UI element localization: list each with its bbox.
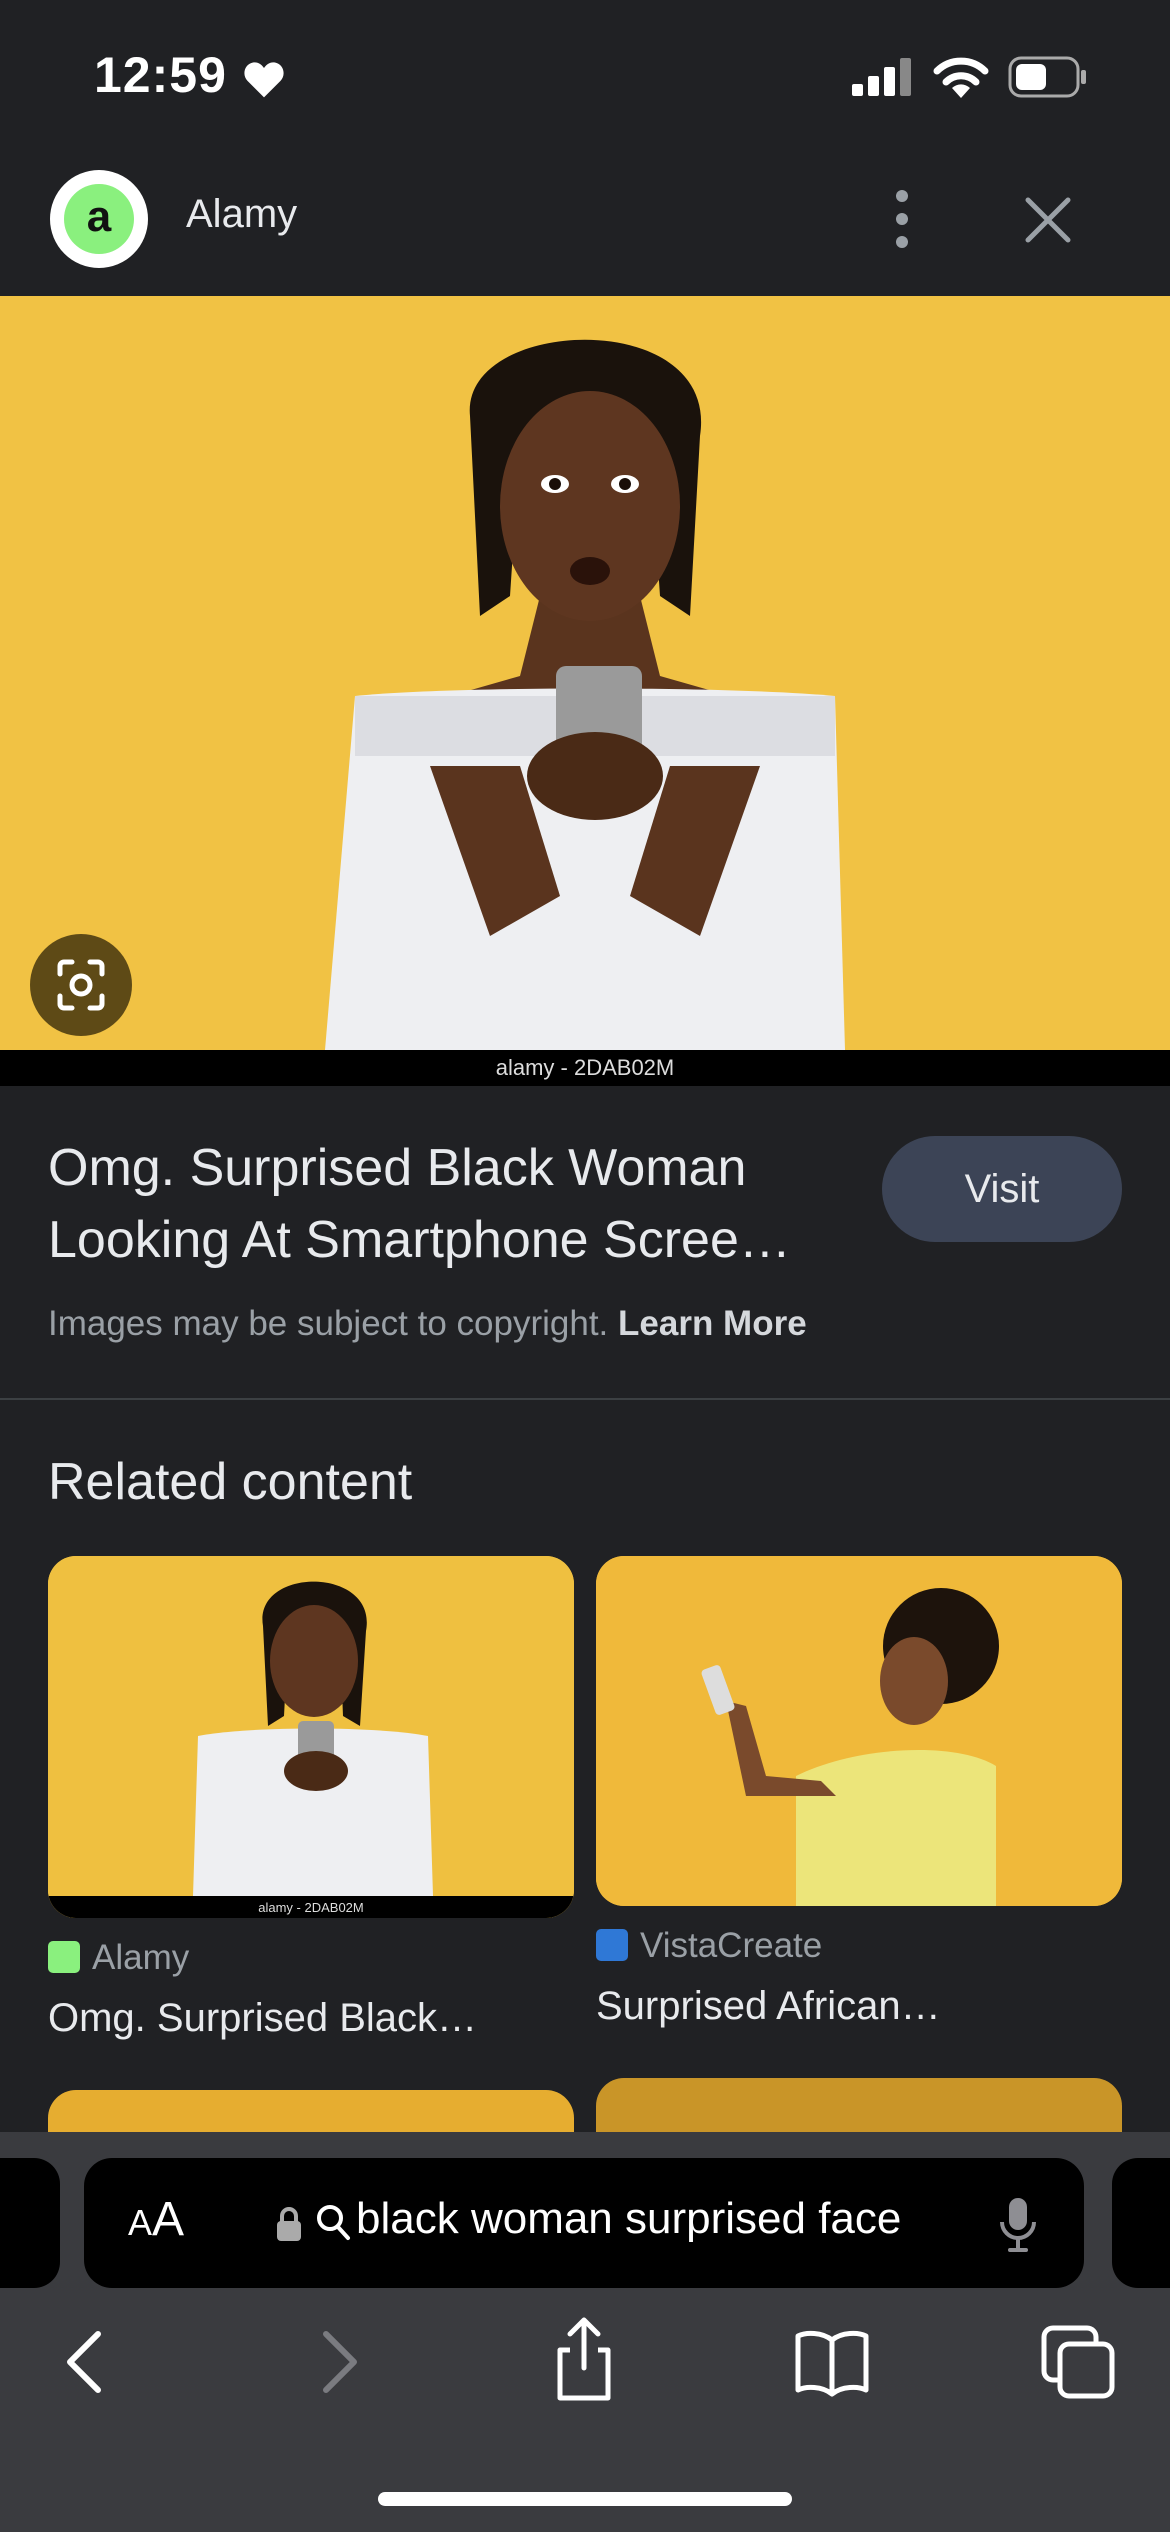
address-query[interactable]: black woman surprised face — [356, 2194, 901, 2244]
copyright-text: Images may be subject to copyright. — [48, 1304, 609, 1343]
lock-icon — [277, 2207, 301, 2241]
home-indicator[interactable] — [378, 2492, 792, 2506]
cellular-signal-icon — [852, 58, 911, 96]
image-watermark: alamy - 2DAB02M — [0, 1050, 1170, 1086]
related-thumbnail[interactable]: alamy - 2DAB02M — [48, 1556, 574, 1918]
source-name: Alamy — [92, 1938, 190, 1977]
vistacreate-favicon-icon — [596, 1929, 628, 1961]
previous-tab-preview[interactable] — [0, 2158, 60, 2288]
lens-search-button[interactable] — [30, 934, 132, 1036]
battery-icon — [1008, 56, 1086, 98]
source-name: VistaCreate — [640, 1926, 823, 1965]
site-name[interactable]: Alamy — [186, 192, 297, 237]
reader-aa-button[interactable]: AA — [128, 2192, 184, 2247]
more-options-icon[interactable] — [880, 186, 924, 252]
copyright-notice: Images may be subject to copyright. Lear… — [48, 1304, 807, 1344]
main-image[interactable] — [0, 296, 1170, 1050]
related-content-heading: Related content — [48, 1453, 413, 1511]
related-source[interactable]: Alamy — [48, 1938, 189, 1978]
thumbnail-watermark: alamy - 2DAB02M — [258, 1900, 363, 1915]
search-icon — [317, 2205, 350, 2240]
related-title[interactable]: Omg. Surprised Black… — [48, 1996, 477, 2041]
forward-icon[interactable] — [300, 2324, 376, 2400]
wifi-icon — [933, 57, 989, 98]
next-tab-preview[interactable] — [1112, 2158, 1170, 2288]
woman-with-phone-thumbnail: alamy - 2DAB02M — [48, 1556, 574, 1918]
status-time: 12:59 — [94, 47, 227, 103]
alamy-favicon-icon — [48, 1941, 80, 1973]
learn-more-link[interactable]: Learn More — [618, 1304, 807, 1343]
back-icon[interactable] — [48, 2324, 124, 2400]
visit-button[interactable]: Visit — [882, 1136, 1122, 1242]
related-source[interactable]: VistaCreate — [596, 1926, 822, 1966]
woman-in-yellow-sweater-thumbnail — [596, 1556, 1122, 1906]
divider — [0, 1398, 1170, 1400]
woman-with-phone-illustration — [0, 296, 1170, 1050]
heart-icon — [244, 62, 284, 98]
microphone-icon[interactable] — [998, 2196, 1038, 2252]
related-thumbnail[interactable] — [596, 1556, 1122, 1906]
related-title[interactable]: Surprised African… — [596, 1984, 941, 2029]
share-icon[interactable] — [546, 2316, 622, 2402]
close-icon[interactable] — [1020, 192, 1076, 248]
result-title: Omg. Surprised Black Woman Looking At Sm… — [48, 1139, 791, 1269]
lens-icon — [57, 959, 105, 1011]
site-logo-letter: a — [64, 184, 134, 254]
site-logo[interactable]: a — [50, 170, 148, 268]
bookmarks-icon[interactable] — [794, 2324, 870, 2400]
tabs-icon[interactable] — [1040, 2324, 1116, 2400]
